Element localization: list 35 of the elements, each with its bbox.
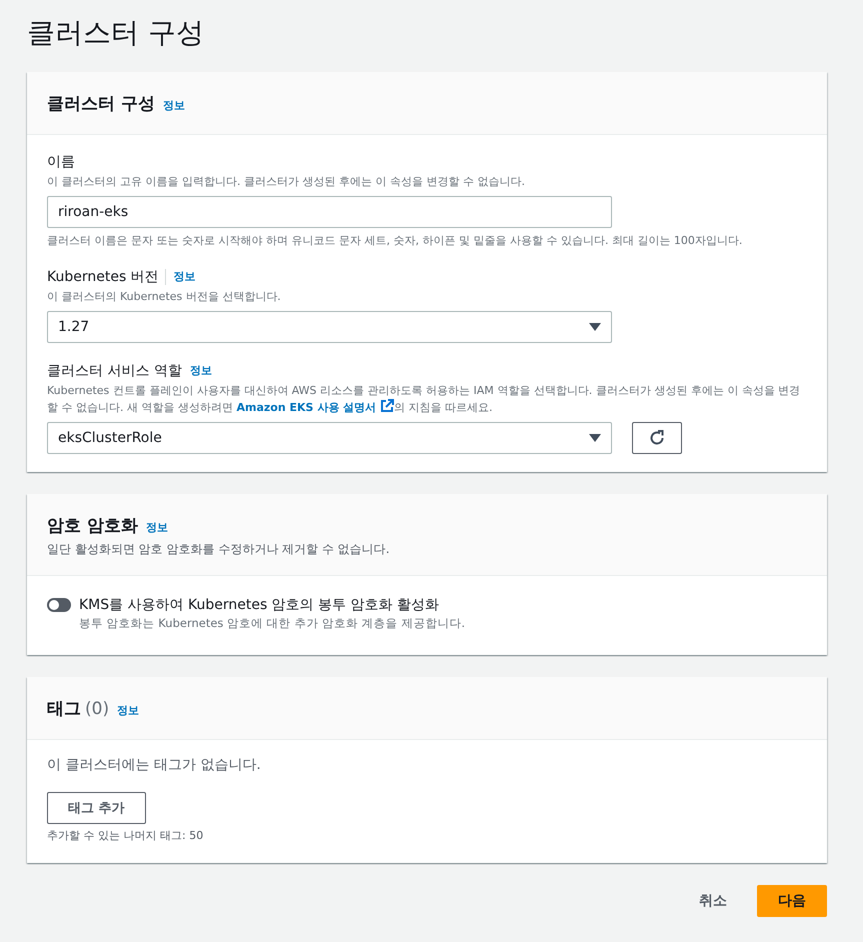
field-label: 이름 xyxy=(47,153,75,172)
toggle-switch[interactable] xyxy=(47,598,71,612)
caret-down-icon xyxy=(589,434,601,442)
field-constraint: 클러스터 이름은 문자 또는 숫자로 시작해야 하며 유니코드 문자 세트, 숫자, 하이픈 및 밑줄을 사용할 수 있습니다. 최대 길이는 100자입니다. xyxy=(47,233,744,249)
next-button[interactable]: 다음 xyxy=(757,885,827,917)
field-description: 이 클러스터의 고유 이름을 입력합니다. 클러스터가 생성된 후에는 이 속성을 변경할 수 없습니다. xyxy=(47,174,526,190)
section-title: 암호 암호화 xyxy=(47,515,138,538)
section-description: 일단 활성화되면 암호 암호화를 수정하거나 제거할 수 없습니다. xyxy=(47,541,391,558)
info-link[interactable]: 정보 xyxy=(117,703,140,718)
toggle-description: 봉투 암호화는 Kubernetes 암호에 대한 추가 암호화 계층을 제공합니다. xyxy=(79,616,465,631)
select-dropdown[interactable]: eksClusterRole xyxy=(47,422,612,454)
field-label: Kubernetes 버전 xyxy=(47,268,159,287)
caret-down-icon xyxy=(589,323,601,331)
info-link[interactable]: 정보 xyxy=(174,266,196,288)
page-title: 클러스터 구성 xyxy=(27,15,205,51)
external-link[interactable]: Amazon EKS 사용 설명서 xyxy=(236,401,394,414)
section-title: 클러스터 구성 xyxy=(47,93,155,116)
field-label: 클러스터 서비스 역할 xyxy=(47,362,182,381)
info-link[interactable]: 정보 xyxy=(146,520,168,535)
cancel-button[interactable]: 취소 xyxy=(691,886,735,916)
input-field[interactable]: riroan-eks xyxy=(47,196,612,228)
remaining-tags-hint: 추가할 수 있는 나머지 태그: 50 xyxy=(47,828,204,843)
toggle-label: KMS를 사용하여 Kubernetes 암호의 봉투 암호화 활성화 xyxy=(79,596,440,615)
field-description: 이 클러스터의 Kubernetes 버전을 선택합니다. xyxy=(47,289,282,305)
info-link[interactable]: 정보 xyxy=(162,98,185,113)
external-link-icon xyxy=(380,399,394,413)
section-title: 태그 xyxy=(47,698,81,721)
refresh-icon xyxy=(649,430,665,446)
add-tag-button[interactable]: 태그 추가 xyxy=(47,792,146,824)
select-dropdown[interactable]: 1.27 xyxy=(47,311,612,343)
info-link[interactable]: 정보 xyxy=(190,360,212,382)
empty-message: 이 클러스터에는 태그가 없습니다. xyxy=(47,756,262,774)
tag-count: (0) xyxy=(85,699,110,719)
field-description: Kubernetes 컨트롤 플레인이 사용자를 대신하여 AWS 리소스를 관리하도록 허용하는 IAM 역할을 선택합니다. 클러스터가 생성된 후에는 이 속성을 변경할 수 없습니다. 새 역할을 생성하려면 Amazon EKS 사용 설명서 의 지침을 따르세요. xyxy=(47,383,802,416)
refresh-button[interactable] xyxy=(632,422,682,454)
